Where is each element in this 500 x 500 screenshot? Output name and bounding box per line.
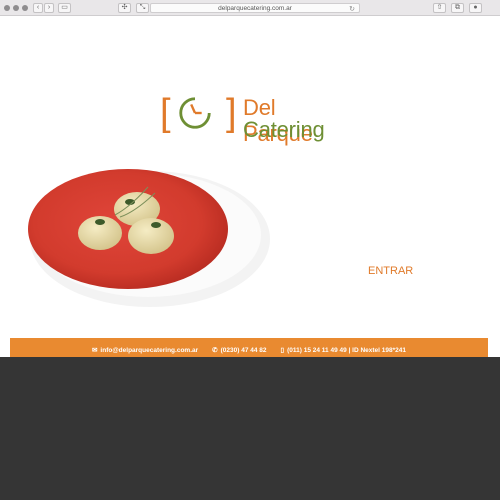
mobile-text: (011) 15 24 11 49 49 | ID Nextel 198*241 [287,346,407,354]
share-icon[interactable]: ⇧ [433,3,446,13]
phone-icon: ✆ [212,347,218,354]
zoom-window-dot[interactable] [22,5,28,11]
food-plate-image [28,169,270,307]
brand-name-line2: Catering [243,117,325,142]
minimize-window-dot[interactable] [13,5,19,11]
tab-overview-icon[interactable]: ⤡ [136,3,149,13]
forward-button[interactable]: › [44,3,54,13]
browser-toolbar: ‹ › ▭ ✣ ⤡ delparquecatering.com.ar ↻ ⇧ ⧉… [0,0,500,16]
sidebar-button[interactable]: ▭ [58,3,71,13]
contact-email[interactable]: ✉ info@delparquecatering.com.ar [91,346,199,355]
address-text: delparquecatering.com.ar [218,5,292,12]
contact-phone: ✆ (0230) 47 44 82 [212,346,267,355]
envelope-icon: ✉ [91,347,98,354]
address-bar[interactable]: delparquecatering.com.ar ↻ [150,3,360,13]
clock-icon [179,97,211,129]
logo-bracket-right: ] [226,92,237,134]
phone-text: (0230) 47 44 82 [220,346,267,354]
email-text: info@delparquecatering.com.ar [100,346,199,354]
page-content: [ ] Del Parque Catering ENTRAR ✉ info@de… [0,17,500,362]
close-window-dot[interactable] [4,5,10,11]
logo-bracket-left: [ [160,92,171,134]
entrar-link[interactable]: ENTRAR [368,265,413,277]
logo: [ ] Del Parque Catering [160,92,350,152]
dark-footer [0,357,500,500]
back-button[interactable]: ‹ [33,3,43,13]
contact-mobile: ▯ (011) 15 24 11 49 49 | ID Nextel 198*2… [280,346,407,355]
extension-badge-icon[interactable]: ● [469,3,482,13]
mobile-icon: ▯ [280,347,285,354]
extension-icon[interactable]: ✣ [118,3,131,13]
reload-icon[interactable]: ↻ [349,5,355,14]
tabs-icon[interactable]: ⧉ [451,3,464,13]
